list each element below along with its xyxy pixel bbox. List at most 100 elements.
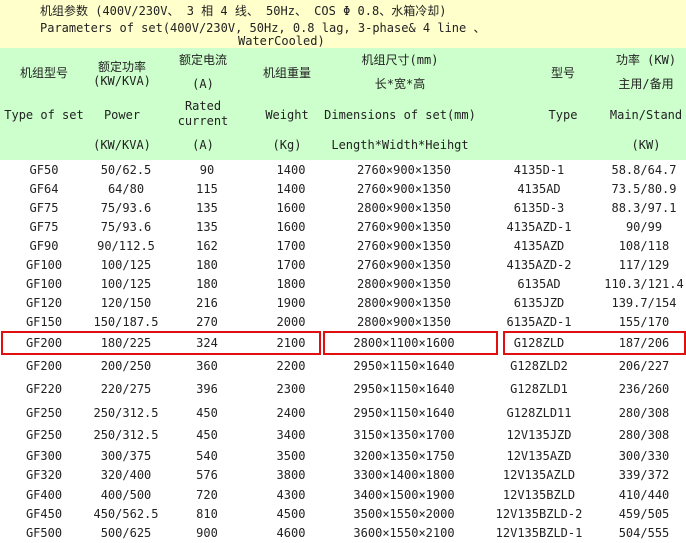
table-row: GF100 100/125 180 1700 2760×900×1350 4135AZD-… bbox=[0, 255, 686, 274]
table-row: GF320 320/400 576 3800 3300×1400×1800 12V135A… bbox=[0, 465, 686, 485]
header-current-en2: current bbox=[177, 114, 229, 128]
cell-type: GF320 bbox=[25, 468, 63, 482]
cell-dimensions: 3150×1350×1700 bbox=[353, 428, 455, 442]
cell-weight: 1700 bbox=[276, 257, 306, 272]
cell-power: 320/400 bbox=[100, 468, 152, 482]
header-current-en1: Rated bbox=[184, 99, 222, 113]
cell-main-standby: 110.3/121.4 bbox=[604, 276, 684, 291]
header-weight-zh: 机组重量 bbox=[262, 66, 312, 80]
cell-weight: 2100 bbox=[276, 336, 306, 350]
cell-type: GF250 bbox=[25, 405, 63, 420]
header-power-en: Power bbox=[103, 108, 141, 122]
cell-dimensions: 2800×900×1350 bbox=[357, 276, 451, 291]
cell-weight: 1400 bbox=[276, 181, 306, 196]
table-row: GF75 75/93.6 135 1600 2800×900×1350 6135D-3 88… bbox=[0, 198, 686, 217]
header-kw-zh: 功率 (KW) bbox=[615, 53, 677, 67]
cell-model: 4135D-1 bbox=[513, 162, 565, 177]
cell-model: 12V135BZLD-1 bbox=[495, 526, 583, 540]
generator-parameter-table-page: 机组参数 (400V/230V、 3 相 4 线、 50Hz、 COS Φ 0.… bbox=[0, 0, 686, 540]
cell-current: 135 bbox=[196, 200, 218, 215]
cell-dimensions: 2800×900×1350 bbox=[357, 314, 451, 329]
cell-main-standby: 410/440 bbox=[618, 487, 670, 502]
cell-current: 900 bbox=[196, 526, 218, 540]
cell-weight: 3400 bbox=[276, 428, 306, 442]
cell-current: 115 bbox=[196, 181, 218, 196]
generator-data-table: GF50 50/62.5 90 1400 2760×900×1350 4135D-1 58.… bbox=[0, 160, 686, 543]
cell-current: 216 bbox=[196, 295, 218, 310]
header-dim-zh2: 长*宽*高 bbox=[374, 77, 426, 91]
table-row: GF500 500/625 900 4600 3600×1550×2100 12V135B… bbox=[0, 523, 686, 543]
cell-current: 540 bbox=[196, 448, 218, 463]
cell-type: GF250 bbox=[25, 428, 63, 442]
cell-current: 162 bbox=[196, 238, 218, 253]
cell-power: 400/500 bbox=[100, 487, 152, 502]
cell-dimensions: 2760×900×1350 bbox=[357, 238, 451, 253]
cell-type: GF150 bbox=[25, 314, 63, 329]
cell-power: 450/562.5 bbox=[93, 506, 159, 521]
header-current-unit-top: (A) bbox=[192, 77, 214, 91]
cell-dimensions: 2950×1150×1640 bbox=[353, 382, 455, 396]
cell-type: GF75 bbox=[29, 219, 59, 234]
cell-type: GF300 bbox=[25, 448, 63, 463]
table-row: GF250 250/312.5 450 3400 3150×1350×1700 12V13… bbox=[0, 424, 686, 446]
cell-main-standby: 300/330 bbox=[618, 448, 670, 463]
cell-current: 270 bbox=[196, 314, 218, 329]
cell-main-standby: 187/206 bbox=[618, 336, 670, 350]
cell-power: 180/225 bbox=[100, 336, 152, 350]
header-model-zh: 型号 bbox=[550, 66, 576, 80]
header-type-zh: 机组型号 bbox=[19, 66, 69, 80]
cell-power: 75/93.6 bbox=[100, 200, 152, 215]
cell-power: 250/312.5 bbox=[93, 405, 159, 420]
cell-current: 450 bbox=[196, 428, 218, 442]
table-row: GF50 50/62.5 90 1400 2760×900×1350 4135D-1 58.… bbox=[0, 160, 686, 179]
cell-model: 4135AZD-2 bbox=[506, 257, 572, 272]
cell-model: 12V135AZLD bbox=[502, 468, 576, 482]
table-row: GF200 180/225 324 2100 2800×1100×1600 G128ZLD… bbox=[0, 331, 686, 355]
caption-line-zh: 机组参数 (400V/230V、 3 相 4 线、 50Hz、 COS Φ 0.… bbox=[40, 4, 447, 18]
cell-type: GF100 bbox=[25, 257, 63, 272]
cell-dimensions: 3400×1500×1900 bbox=[353, 487, 455, 502]
cell-power: 90/112.5 bbox=[97, 238, 155, 253]
header-kw-zh2: 主用/备用 bbox=[618, 77, 674, 91]
cell-power: 64/80 bbox=[107, 181, 145, 196]
cell-main-standby: 88.3/97.1 bbox=[611, 200, 677, 215]
cell-model: 6135JZD bbox=[513, 295, 565, 310]
cell-dimensions: 3500×1550×2000 bbox=[353, 506, 455, 521]
cell-dimensions: 2760×900×1350 bbox=[357, 181, 451, 196]
header-dim-en2: Length*Width*Heihgt bbox=[331, 138, 469, 152]
cell-type: GF75 bbox=[29, 200, 59, 215]
cell-current: 576 bbox=[196, 468, 218, 482]
header-weight-unit: (Kg) bbox=[272, 138, 302, 152]
cell-main-standby: 459/505 bbox=[618, 506, 670, 521]
cell-main-standby: 90/99 bbox=[625, 219, 663, 234]
cell-weight: 4300 bbox=[276, 487, 306, 502]
cell-weight: 2200 bbox=[276, 359, 306, 373]
cell-model: 4135AD bbox=[517, 181, 561, 196]
cell-dimensions: 2760×900×1350 bbox=[357, 162, 451, 177]
cell-weight: 2300 bbox=[276, 382, 306, 396]
header-power-unit-top: (KW/KVA) bbox=[93, 74, 151, 88]
table-row: GF120 120/150 216 1900 2800×900×1350 6135JZD 1… bbox=[0, 293, 686, 312]
cell-model: 6135D-3 bbox=[513, 200, 565, 215]
cell-dimensions: 2800×900×1350 bbox=[357, 295, 451, 310]
cell-weight: 1800 bbox=[276, 276, 306, 291]
cell-power: 100/125 bbox=[100, 276, 152, 291]
cell-weight: 2400 bbox=[276, 405, 306, 420]
header-current-zh: 额定电流 bbox=[178, 53, 228, 67]
cell-type: GF50 bbox=[29, 162, 59, 177]
cell-type: GF450 bbox=[25, 506, 63, 521]
cell-main-standby: 280/308 bbox=[618, 428, 670, 442]
header-model-en: Type bbox=[548, 108, 578, 122]
cell-model: 4135AZD-1 bbox=[506, 219, 572, 234]
cell-current: 180 bbox=[196, 257, 218, 272]
cell-main-standby: 206/227 bbox=[618, 359, 670, 373]
cell-weight: 1600 bbox=[276, 219, 306, 234]
cell-weight: 3800 bbox=[276, 468, 306, 482]
cell-dimensions: 2760×900×1350 bbox=[357, 257, 451, 272]
cell-type: GF220 bbox=[25, 382, 63, 396]
cell-power: 500/625 bbox=[100, 526, 152, 540]
table-header: 机组型号 额定功率 (KW/KVA) 额定电流 (A) 机组重量 机组尺寸(mm… bbox=[0, 48, 686, 160]
header-weight-en: Weight bbox=[265, 108, 309, 122]
cell-current: 90 bbox=[199, 162, 215, 177]
cell-model: G128ZLD2 bbox=[510, 359, 568, 373]
